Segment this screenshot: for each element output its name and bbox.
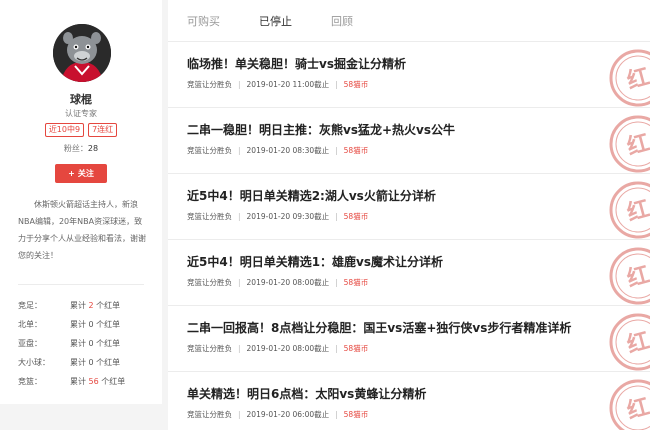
stat-key: 竞篮： <box>18 377 42 386</box>
fans-label: 粉丝： <box>63 144 88 153</box>
plan-title[interactable]: 单关精选！明日6点档：太阳vs黄蜂让分精析 <box>187 385 426 402</box>
list-item[interactable]: 临场推！单关稳胆！骑士vs掘金让分精析 竞篮让分胜负 | 2019-01-20 1… <box>168 42 650 108</box>
plan-price: 58猫币 <box>343 410 369 419</box>
svg-text:红: 红 <box>624 262 650 293</box>
stat-row-beidan: 北单： 累计 0 个红单 <box>18 315 148 334</box>
tab-bar: 可购买 已停止 回顾 <box>168 0 650 42</box>
plan-category: 竞篮让分胜负 <box>187 146 232 155</box>
plan-list-panel: 可购买 已停止 回顾 临场推！单关稳胆！骑士vs掘金让分精析 竞篮让分胜负 | 2… <box>168 0 650 430</box>
plan-price: 58猫币 <box>343 212 369 221</box>
stat-value: 累计 2 个红单 <box>70 301 121 310</box>
profile-bio: 休斯顿火箭超话主持人，新浪NBA编辑，20年NBA资深球迷，致力于分享个人从业经… <box>18 200 146 260</box>
stat-row-jingzu: 竞足： 累计 2 个红单 <box>18 296 148 315</box>
mascot-icon <box>53 24 111 82</box>
plan-list: 临场推！单关稳胆！骑士vs掘金让分精析 竞篮让分胜负 | 2019-01-20 1… <box>168 42 650 430</box>
plan-deadline: 2019-01-20 08:00截止 <box>246 278 330 287</box>
svg-text:红: 红 <box>624 196 650 227</box>
badge-group: 近10中9 7连红 <box>0 123 162 137</box>
list-item[interactable]: 二串一回报高！8点档让分稳胆：国王vs活塞+独行侠vs步行者精准详析 竞篮让分胜… <box>168 306 650 372</box>
plan-meta: 竞篮让分胜负 | 2019-01-20 08:30截止 | 58猫币 <box>187 146 369 155</box>
plan-title[interactable]: 近5中4！明日单关精选2:湖人vs火箭让分详析 <box>187 187 436 204</box>
stat-key: 北单： <box>18 320 42 329</box>
plan-category: 竞篮让分胜负 <box>187 344 232 353</box>
plan-price: 58猫币 <box>343 278 369 287</box>
plan-title[interactable]: 二串一稳胆！明日主推：灰熊vs猛龙+热火vs公牛 <box>187 121 455 138</box>
list-item[interactable]: 近5中4！明日单关精选2:湖人vs火箭让分详析 竞篮让分胜负 | 2019-01-… <box>168 174 650 240</box>
divider <box>18 284 144 285</box>
plan-price: 58猫币 <box>343 146 369 155</box>
stat-value: 累计 56 个红单 <box>70 377 126 386</box>
plan-category: 竞篮让分胜负 <box>187 80 232 89</box>
profile-card: 球棍 认证专家 近10中9 7连红 粉丝：28 + 关注 休斯顿火箭超话主持人，… <box>0 0 162 404</box>
plan-deadline: 2019-01-20 08:30截止 <box>246 146 330 155</box>
svg-text:红: 红 <box>624 64 650 95</box>
plan-category: 竞篮让分胜负 <box>187 410 232 419</box>
plan-meta: 竞篮让分胜负 | 2019-01-20 08:00截止 | 58猫币 <box>187 278 369 287</box>
red-stamp-icon: 红 <box>609 181 650 239</box>
tab-available[interactable]: 可购买 <box>187 13 220 29</box>
stat-key: 亚盘： <box>18 339 42 348</box>
stat-row-jinglan: 竞篮： 累计 56 个红单 <box>18 372 148 391</box>
fans-count: 粉丝：28 <box>0 143 162 154</box>
tab-review[interactable]: 回顾 <box>331 13 353 29</box>
plan-price: 58猫币 <box>343 344 369 353</box>
list-item[interactable]: 单关精选！明日6点档：太阳vs黄蜂让分精析 竞篮让分胜负 | 2019-01-20… <box>168 372 650 430</box>
stat-key: 竞足： <box>18 301 42 310</box>
plan-title[interactable]: 临场推！单关稳胆！骑士vs掘金让分精析 <box>187 55 406 72</box>
stat-value: 累计 0 个红单 <box>70 320 121 329</box>
streak-badge-wins: 7连红 <box>88 123 118 137</box>
follow-button[interactable]: + 关注 <box>55 164 107 183</box>
plan-meta: 竞篮让分胜负 | 2019-01-20 08:00截止 | 58猫币 <box>187 344 369 353</box>
plan-meta: 竞篮让分胜负 | 2019-01-20 09:30截止 | 58猫币 <box>187 212 369 221</box>
plan-meta: 竞篮让分胜负 | 2019-01-20 06:00截止 | 58猫币 <box>187 410 369 419</box>
profile-name: 球棍 <box>70 93 92 106</box>
svg-text:红: 红 <box>624 394 650 425</box>
plan-category: 竞篮让分胜负 <box>187 278 232 287</box>
stat-value: 累计 0 个红单 <box>70 358 121 367</box>
red-stamp-icon: 红 <box>609 49 650 107</box>
plan-title[interactable]: 二串一回报高！8点档让分稳胆：国王vs活塞+独行侠vs步行者精准详析 <box>187 319 571 336</box>
svg-text:红: 红 <box>624 328 650 359</box>
plan-title[interactable]: 近5中4！明日单关精选1：雄鹿vs魔术让分详析 <box>187 253 443 270</box>
plan-deadline: 2019-01-20 09:30截止 <box>246 212 330 221</box>
red-stamp-icon: 红 <box>609 247 650 305</box>
red-stamp-icon: 红 <box>609 115 650 173</box>
stat-value: 累计 0 个红单 <box>70 339 121 348</box>
stat-row-yapan: 亚盘： 累计 0 个红单 <box>18 334 148 353</box>
plan-deadline: 2019-01-20 11:00截止 <box>246 80 330 89</box>
streak-badge-record: 近10中9 <box>44 123 85 137</box>
follow-button-label: 关注 <box>77 169 94 178</box>
plan-deadline: 2019-01-20 06:00截止 <box>246 410 330 419</box>
list-item[interactable]: 二串一稳胆！明日主推：灰熊vs猛龙+热火vs公牛 竞篮让分胜负 | 2019-01… <box>168 108 650 174</box>
avatar[interactable] <box>53 24 111 82</box>
red-stamp-icon: 红 <box>609 379 650 430</box>
plus-icon: + <box>68 169 75 178</box>
red-stamp-icon: 红 <box>609 313 650 371</box>
certification-label: 认证专家 <box>65 109 97 118</box>
stat-row-daxiaoqiu: 大小球： 累计 0 个红单 <box>18 353 148 372</box>
svg-text:红: 红 <box>624 130 650 161</box>
plan-meta: 竞篮让分胜负 | 2019-01-20 11:00截止 | 58猫币 <box>187 80 369 89</box>
stats-list: 竞足： 累计 2 个红单 北单： 累计 0 个红单 亚盘： 累计 0 个红单 大… <box>18 296 148 391</box>
plan-price: 58猫币 <box>343 80 369 89</box>
tab-stopped[interactable]: 已停止 <box>259 13 292 29</box>
fans-number: 28 <box>87 144 99 153</box>
page: 球棍 认证专家 近10中9 7连红 粉丝：28 + 关注 休斯顿火箭超话主持人，… <box>0 0 650 430</box>
list-item[interactable]: 近5中4！明日单关精选1：雄鹿vs魔术让分详析 竞篮让分胜负 | 2019-01-… <box>168 240 650 306</box>
stat-key: 大小球： <box>18 358 50 367</box>
plan-deadline: 2019-01-20 08:00截止 <box>246 344 330 353</box>
plan-category: 竞篮让分胜负 <box>187 212 232 221</box>
